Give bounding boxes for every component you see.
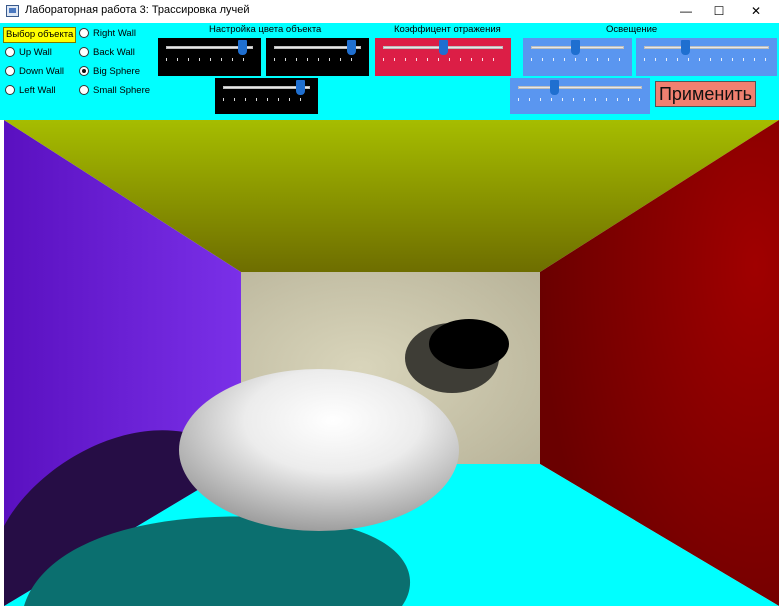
color-red-slider[interactable]	[158, 38, 261, 76]
reflection-slider[interactable]	[375, 38, 511, 76]
slider-ticks	[644, 58, 769, 61]
slider-ticks	[518, 98, 642, 101]
radio-label: Back Wall	[93, 47, 135, 58]
radio-label: Small Sphere	[93, 85, 151, 96]
slider-ticks	[274, 58, 361, 61]
slider-track	[518, 86, 642, 89]
slider-thumb[interactable]	[346, 40, 356, 55]
slider-ticks	[383, 58, 503, 61]
slider-ticks	[531, 58, 624, 61]
radio-left-wall[interactable]: Left Wall	[5, 84, 56, 98]
slider-thumb[interactable]	[295, 80, 305, 95]
app-icon	[6, 5, 19, 17]
radio-back-wall[interactable]: Back Wall	[79, 46, 135, 60]
lighting-label: Освещение	[606, 24, 658, 35]
slider-thumb[interactable]	[439, 40, 448, 55]
radio-indicator	[5, 66, 15, 76]
apply-button[interactable]: Применить	[655, 81, 756, 107]
slider-thumb[interactable]	[237, 40, 247, 55]
radio-indicator	[5, 47, 15, 57]
small-sphere	[429, 319, 509, 369]
close-button[interactable]: ✕	[733, 0, 779, 22]
slider-ticks	[166, 58, 253, 61]
radio-label: Up Wall	[19, 47, 52, 58]
radio-up-wall[interactable]: Up Wall	[5, 46, 52, 60]
color-green-slider[interactable]	[266, 38, 369, 76]
slider-thumb[interactable]	[681, 40, 691, 55]
render-area	[4, 120, 779, 606]
slider-ticks	[223, 98, 310, 101]
big-sphere	[179, 369, 459, 531]
window-title: Лабораторная работа 3: Трассировка лучей	[25, 4, 250, 16]
object-selection-label: Выбор объекта	[3, 27, 77, 43]
radio-small-sphere[interactable]: Small Sphere	[79, 84, 150, 98]
slider-thumb[interactable]	[570, 40, 580, 55]
color-settings-label: Настройка цвета объекта	[209, 24, 322, 35]
radio-label: Left Wall	[19, 85, 56, 96]
radio-indicator	[79, 85, 89, 95]
radio-down-wall[interactable]: Down Wall	[5, 65, 64, 79]
light-y-slider[interactable]	[636, 38, 777, 76]
title-bar: Лабораторная работа 3: Трассировка лучей…	[0, 0, 779, 23]
light-x-slider[interactable]	[523, 38, 632, 76]
radio-label: Down Wall	[19, 66, 65, 77]
radio-indicator	[79, 28, 89, 38]
color-blue-slider[interactable]	[215, 78, 318, 114]
slider-thumb[interactable]	[549, 80, 559, 95]
radio-indicator-selected	[79, 66, 89, 76]
light-z-slider[interactable]	[510, 78, 650, 114]
radio-big-sphere[interactable]: Big Sphere	[79, 65, 140, 79]
radio-indicator	[79, 47, 89, 57]
reflection-label: Коэффицент отражения	[394, 24, 501, 35]
radio-label: Big Sphere	[93, 66, 141, 77]
scene-canvas	[4, 120, 779, 606]
radio-indicator	[5, 85, 15, 95]
radio-label: Right Wall	[93, 28, 136, 39]
slider-track	[644, 46, 769, 49]
radio-right-wall[interactable]: Right Wall	[79, 27, 136, 41]
